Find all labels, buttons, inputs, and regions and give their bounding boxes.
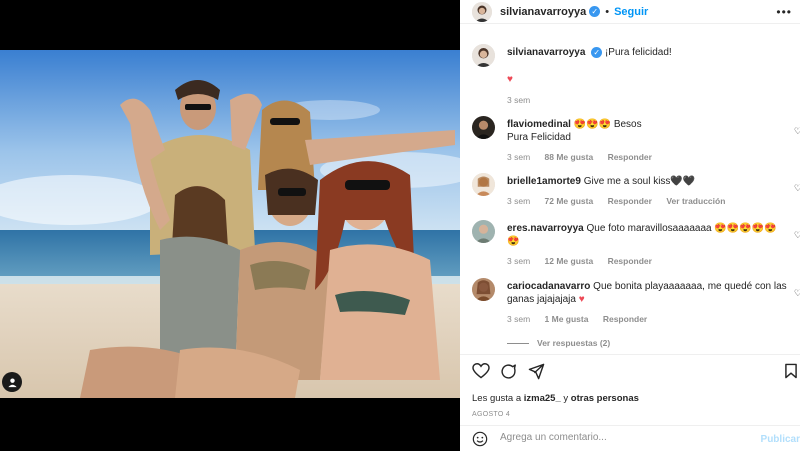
separator-dot: • bbox=[605, 5, 610, 18]
publish-button[interactable]: Publicar bbox=[761, 434, 800, 445]
comment-button[interactable] bbox=[500, 363, 517, 385]
verified-icon: ✓ bbox=[591, 46, 603, 58]
likes-summary: Les gusta a izma25_ y otras personas bbox=[472, 393, 639, 404]
commenter-avatar[interactable] bbox=[472, 116, 495, 139]
comment-icon bbox=[501, 364, 516, 379]
comment-time: 3 sem bbox=[507, 152, 531, 162]
commenter-avatar[interactable] bbox=[472, 220, 495, 243]
comment-meta: 3 sem 88 Me gusta Responder bbox=[507, 151, 797, 164]
post-date: AGOSTO 4 bbox=[472, 411, 511, 418]
follow-button[interactable]: Seguir bbox=[614, 6, 648, 18]
comment-time: 3 sem bbox=[507, 314, 531, 324]
commenter-avatar[interactable] bbox=[472, 278, 495, 301]
comment-body: cariocadanavarro Que bonita playaaaaaaa,… bbox=[507, 280, 797, 326]
heart-icon bbox=[472, 362, 490, 379]
avatar-image bbox=[472, 116, 495, 139]
comment-text: Give me a soul kiss🖤🖤 bbox=[583, 176, 696, 187]
likes-prefix: Les gusta a bbox=[472, 393, 522, 404]
add-comment-bar: Publicar bbox=[460, 425, 800, 451]
comment-username[interactable]: eres.navarroyya bbox=[507, 223, 584, 234]
comment-text-line2: Pura Felicidad bbox=[507, 132, 571, 143]
comment-likes[interactable]: 1 Me gusta bbox=[545, 314, 589, 324]
comment-meta: 3 sem 1 Me gusta Responder bbox=[507, 313, 797, 326]
tagged-users-button[interactable] bbox=[2, 372, 22, 392]
caption-username[interactable]: silvianavarroyya bbox=[507, 47, 585, 58]
translate-button[interactable]: Ver traducción bbox=[666, 196, 725, 206]
comment-item: cariocadanavarro Que bonita playaaaaaaa,… bbox=[472, 278, 800, 328]
comment-text-line2: ganas jajajajaja bbox=[507, 294, 576, 305]
replies-divider bbox=[507, 342, 529, 344]
comment-item: flaviomedinal 😍😍😍 Besos Pura Felicidad 3… bbox=[472, 116, 800, 164]
comment-time: 3 sem bbox=[507, 196, 531, 206]
emoji-button[interactable] bbox=[472, 431, 488, 451]
details-panel: silvianavarroyya ✓ • Seguir ••• silviana… bbox=[460, 0, 800, 451]
author-username[interactable]: silvianavarroyya bbox=[500, 6, 586, 18]
view-replies-button[interactable]: Ver respuestas (2) bbox=[507, 338, 610, 348]
reply-button[interactable]: Responder bbox=[603, 314, 647, 324]
like-comment-icon[interactable]: ♡ bbox=[794, 288, 800, 299]
comment-item: brielle1amorte9 Give me a soul kiss🖤🖤 3 … bbox=[472, 173, 800, 215]
like-comment-icon[interactable]: ♡ bbox=[794, 230, 800, 241]
media-pane bbox=[0, 0, 460, 451]
avatar-image bbox=[472, 220, 495, 243]
more-options-icon[interactable]: ••• bbox=[776, 5, 792, 19]
comment-time: 3 sem bbox=[507, 256, 531, 266]
comment-body: brielle1amorte9 Give me a soul kiss🖤🖤 3 … bbox=[507, 175, 797, 208]
comment-likes[interactable]: 72 Me gusta bbox=[545, 196, 594, 206]
post-modal: silvianavarroyya ✓ • Seguir ••• silviana… bbox=[0, 0, 800, 451]
comment-meta: 3 sem 12 Me gusta Responder bbox=[507, 255, 797, 268]
comment-username[interactable]: flaviomedinal bbox=[507, 119, 571, 130]
comment-heart-emoji: ♥ bbox=[578, 294, 585, 305]
caption-time: 3 sem bbox=[507, 95, 531, 105]
comment-input[interactable] bbox=[500, 432, 730, 443]
comment-item: eres.navarroyya Que foto maravillosaaaaa… bbox=[472, 220, 800, 275]
reply-button[interactable]: Responder bbox=[608, 196, 652, 206]
commenter-avatar[interactable] bbox=[472, 173, 495, 196]
caption-body: silvianavarroyya ✓ ¡Pura felicidad! ♥ 3 … bbox=[507, 46, 797, 107]
person-icon bbox=[7, 377, 17, 387]
like-button[interactable] bbox=[472, 362, 490, 384]
comments-list[interactable]: silvianavarroyya ✓ ¡Pura felicidad! ♥ 3 … bbox=[460, 32, 800, 352]
avatar-image bbox=[472, 173, 495, 196]
caption: silvianavarroyya ✓ ¡Pura felicidad! ♥ 3 … bbox=[472, 44, 800, 107]
comment-body: flaviomedinal 😍😍😍 Besos Pura Felicidad 3… bbox=[507, 118, 797, 164]
action-bar bbox=[460, 354, 800, 394]
save-button[interactable] bbox=[784, 363, 798, 384]
likes-joiner: y bbox=[563, 393, 569, 404]
comment-likes[interactable]: 88 Me gusta bbox=[545, 152, 594, 162]
caption-text: ¡Pura felicidad! bbox=[604, 47, 672, 58]
reply-button[interactable]: Responder bbox=[608, 256, 652, 266]
paper-plane-icon bbox=[528, 363, 545, 380]
reply-button[interactable]: Responder bbox=[608, 152, 652, 162]
view-replies-label: Ver respuestas (2) bbox=[537, 338, 611, 348]
author-avatar[interactable] bbox=[472, 1, 492, 22]
bookmark-icon bbox=[785, 363, 797, 379]
likes-others[interactable]: otras personas bbox=[571, 393, 639, 404]
smiley-icon bbox=[472, 431, 488, 447]
beach-photo-illustration bbox=[0, 50, 460, 398]
likes-user[interactable]: izma25_ bbox=[524, 393, 561, 404]
caption-heart-emoji: ♥ bbox=[507, 74, 513, 85]
comment-text-line2: 😍 bbox=[507, 236, 520, 247]
comment-likes[interactable]: 12 Me gusta bbox=[545, 256, 594, 266]
avatar-image bbox=[472, 1, 492, 22]
comment-text: Que foto maravillosaaaaaaa 😍😍😍😍😍 bbox=[586, 223, 777, 234]
avatar-image bbox=[472, 44, 495, 67]
avatar-image bbox=[472, 278, 495, 301]
post-header: silvianavarroyya ✓ • Seguir ••• bbox=[460, 0, 800, 24]
share-button[interactable] bbox=[528, 363, 545, 385]
comment-body: eres.navarroyya Que foto maravillosaaaaa… bbox=[507, 222, 797, 268]
comment-username[interactable]: brielle1amorte9 bbox=[507, 176, 581, 187]
comment-text: Que bonita playaaaaaaa, me quedé con las bbox=[593, 281, 787, 292]
comment-username[interactable]: cariocadanavarro bbox=[507, 281, 590, 292]
like-comment-icon[interactable]: ♡ bbox=[794, 183, 800, 194]
verified-icon: ✓ bbox=[589, 6, 601, 17]
like-comment-icon[interactable]: ♡ bbox=[794, 126, 800, 137]
post-photo[interactable] bbox=[0, 50, 460, 398]
comment-text: 😍😍😍 Besos bbox=[573, 119, 642, 130]
comment-meta: 3 sem 72 Me gusta Responder Ver traducci… bbox=[507, 195, 797, 208]
caption-avatar[interactable] bbox=[472, 44, 495, 67]
